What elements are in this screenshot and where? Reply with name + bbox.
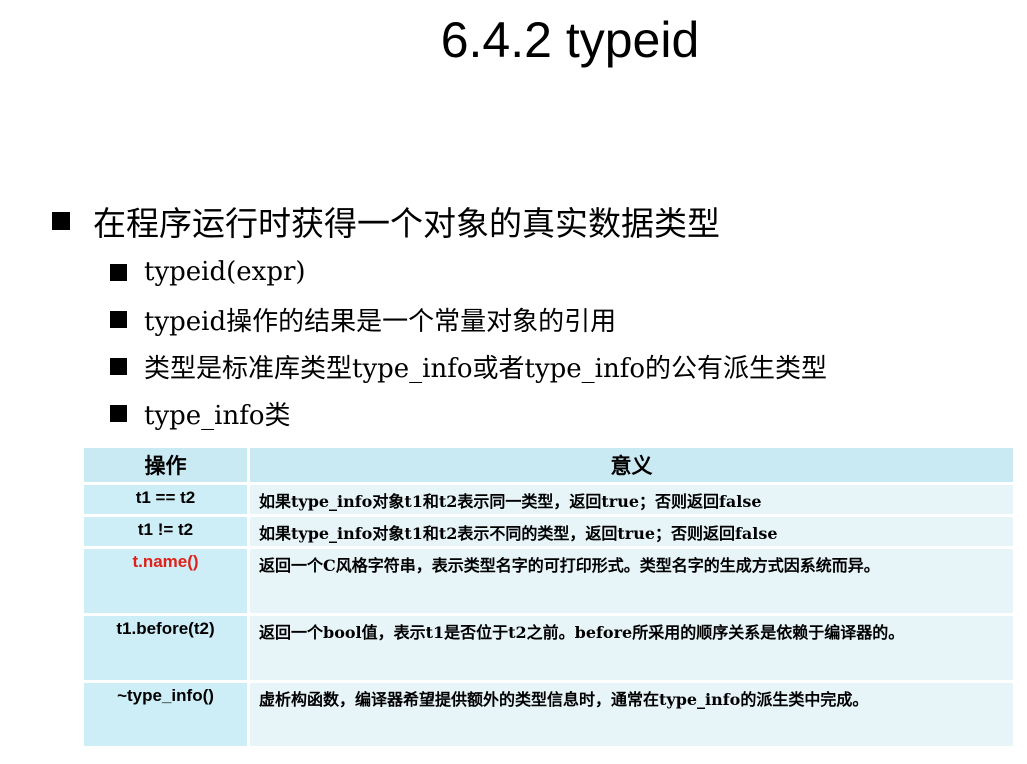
square-bullet-icon xyxy=(110,404,127,422)
sub-bullet: typeid操作的结果是一个常量对象的引用 xyxy=(110,302,617,337)
meaning-text: 返回一个bool值，表示t1是否位于t2之前。before所采用的顺序关系是依赖… xyxy=(259,623,905,642)
meaning-text: 返回一个C风格字符串，表示类型名字的可打印形式。类型名字的生成方式因系统而异。 xyxy=(259,556,880,575)
operation-cell: t1 == t2 xyxy=(84,485,250,517)
table-row: t.name() 返回一个C风格字符串，表示类型名字的可打印形式。类型名字的生成… xyxy=(84,549,1013,616)
column-header-meaning: 意义 xyxy=(250,448,1013,485)
meaning-cell: 如果type_info对象t1和t2表示同一类型，返回true；否则返回fals… xyxy=(250,485,1013,517)
operation-cell: t.name() xyxy=(84,549,250,616)
meaning-text: 如果type_info对象t1和t2表示不同的类型，返回true；否则返回fal… xyxy=(259,524,778,543)
sub-bullet: typeid(expr) xyxy=(110,255,306,289)
sub-bullet-text: typeid(expr) xyxy=(144,257,306,287)
meaning-cell: 返回一个C风格字符串，表示类型名字的可打印形式。类型名字的生成方式因系统而异。 xyxy=(250,549,1013,616)
main-bullet: 在程序运行时获得一个对象的真实数据类型 xyxy=(52,200,720,243)
table-row: ~type_info() 虚析构函数，编译器希望提供额外的类型信息时，通常在ty… xyxy=(84,683,1013,749)
square-bullet-icon xyxy=(110,357,127,375)
slide-title: 6.4.2 typeid xyxy=(440,12,700,68)
type-info-operations-table: 操作 意义 t1 == t2 如果type_info对象t1和t2表示同一类型，… xyxy=(84,448,1013,749)
main-bullet-text: 在程序运行时获得一个对象的真实数据类型 xyxy=(93,204,720,243)
meaning-cell: 虚析构函数，编译器希望提供额外的类型信息时，通常在type_info的派生类中完… xyxy=(250,683,1013,749)
operation-text: t1.before(t2) xyxy=(116,619,215,638)
operation-text: t1 == t2 xyxy=(135,488,196,507)
meaning-cell: 返回一个bool值，表示t1是否位于t2之前。before所采用的顺序关系是依赖… xyxy=(250,616,1013,683)
operation-text: ~type_info() xyxy=(117,686,214,705)
square-bullet-icon xyxy=(52,212,70,230)
sub-bullet: 类型是标准库类型type_info或者type_info的公有派生类型 xyxy=(110,349,828,384)
meaning-text: 虚析构函数，编译器希望提供额外的类型信息时，通常在type_info的派生类中完… xyxy=(259,690,869,709)
operation-cell: t1.before(t2) xyxy=(84,616,250,683)
table-row: t1.before(t2) 返回一个bool值，表示t1是否位于t2之前。bef… xyxy=(84,616,1013,683)
meaning-cell: 如果type_info对象t1和t2表示不同的类型，返回true；否则返回fal… xyxy=(250,517,1013,549)
operation-text: t.name() xyxy=(132,552,199,571)
operation-cell: ~type_info() xyxy=(84,683,250,749)
sub-bullet-text: typeid操作的结果是一个常量对象的引用 xyxy=(144,306,617,337)
sub-bullet-text: 类型是标准库类型type_info或者type_info的公有派生类型 xyxy=(144,353,828,384)
square-bullet-icon xyxy=(110,263,127,281)
square-bullet-icon xyxy=(110,310,127,328)
meaning-text: 如果type_info对象t1和t2表示同一类型，返回true；否则返回fals… xyxy=(259,492,762,511)
table-row: t1 != t2 如果type_info对象t1和t2表示不同的类型，返回tru… xyxy=(84,517,1013,549)
table-row: t1 == t2 如果type_info对象t1和t2表示同一类型，返回true… xyxy=(84,485,1013,517)
operation-cell: t1 != t2 xyxy=(84,517,250,549)
column-header-operation: 操作 xyxy=(84,448,250,485)
table-header-row: 操作 意义 xyxy=(84,448,1013,485)
sub-bullet-text: type_info类 xyxy=(144,400,291,431)
sub-bullet: type_info类 xyxy=(110,396,291,431)
operation-text: t1 != t2 xyxy=(137,520,194,539)
